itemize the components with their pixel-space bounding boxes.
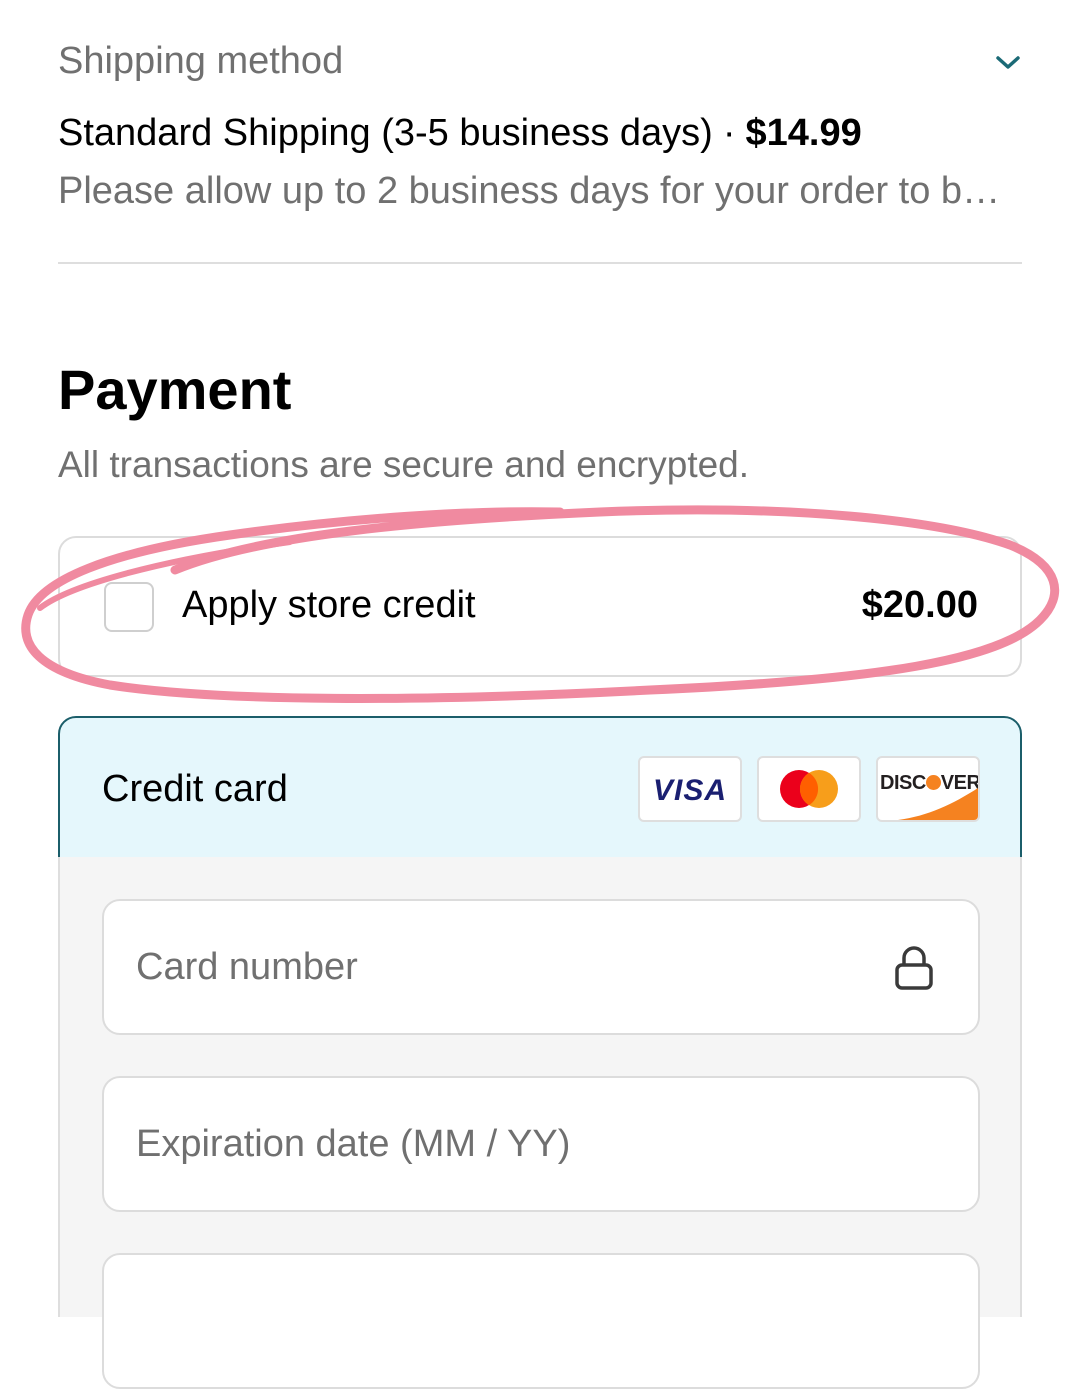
shipping-price: $14.99: [745, 112, 862, 154]
credit-card-label: Credit card: [102, 768, 288, 810]
credit-card-form: [58, 857, 1022, 1389]
security-code-field[interactable]: [102, 1253, 980, 1389]
visa-logo-text: VISA: [652, 774, 728, 807]
expiration-date-input[interactable]: [136, 1078, 896, 1210]
store-credit-checkbox[interactable]: [104, 582, 154, 632]
payment-subtitle: All transactions are secure and encrypte…: [58, 444, 750, 485]
card-number-field[interactable]: [102, 899, 980, 1035]
store-credit-option[interactable]: Apply store credit $20.00: [58, 536, 1022, 677]
payment-title: Payment: [58, 358, 292, 421]
shipping-note: Please allow up to 2 business days for y…: [58, 170, 1008, 212]
visa-icon: VISA: [638, 756, 742, 822]
card-number-input[interactable]: [136, 901, 896, 1033]
lock-icon: [895, 946, 933, 990]
credit-card-option[interactable]: Credit card VISA DISC VER: [58, 716, 1022, 859]
chevron-down-icon[interactable]: [994, 50, 1022, 74]
expiration-date-field[interactable]: [102, 1076, 980, 1212]
discover-icon: DISC VER: [876, 756, 980, 822]
separator: ·: [722, 112, 736, 154]
shipping-method-section: Shipping method Standard Shipping (3-5 b…: [58, 0, 1022, 264]
shipping-method-summary: Standard Shipping (3-5 business days) · $1…: [58, 112, 862, 155]
store-credit-amount: $20.00: [861, 584, 978, 626]
shipping-method-label: Shipping method: [58, 40, 344, 82]
store-credit-label: Apply store credit: [182, 584, 476, 626]
mastercard-icon: [757, 756, 861, 822]
shipping-method-name: Standard Shipping (3-5 business days): [58, 112, 713, 154]
